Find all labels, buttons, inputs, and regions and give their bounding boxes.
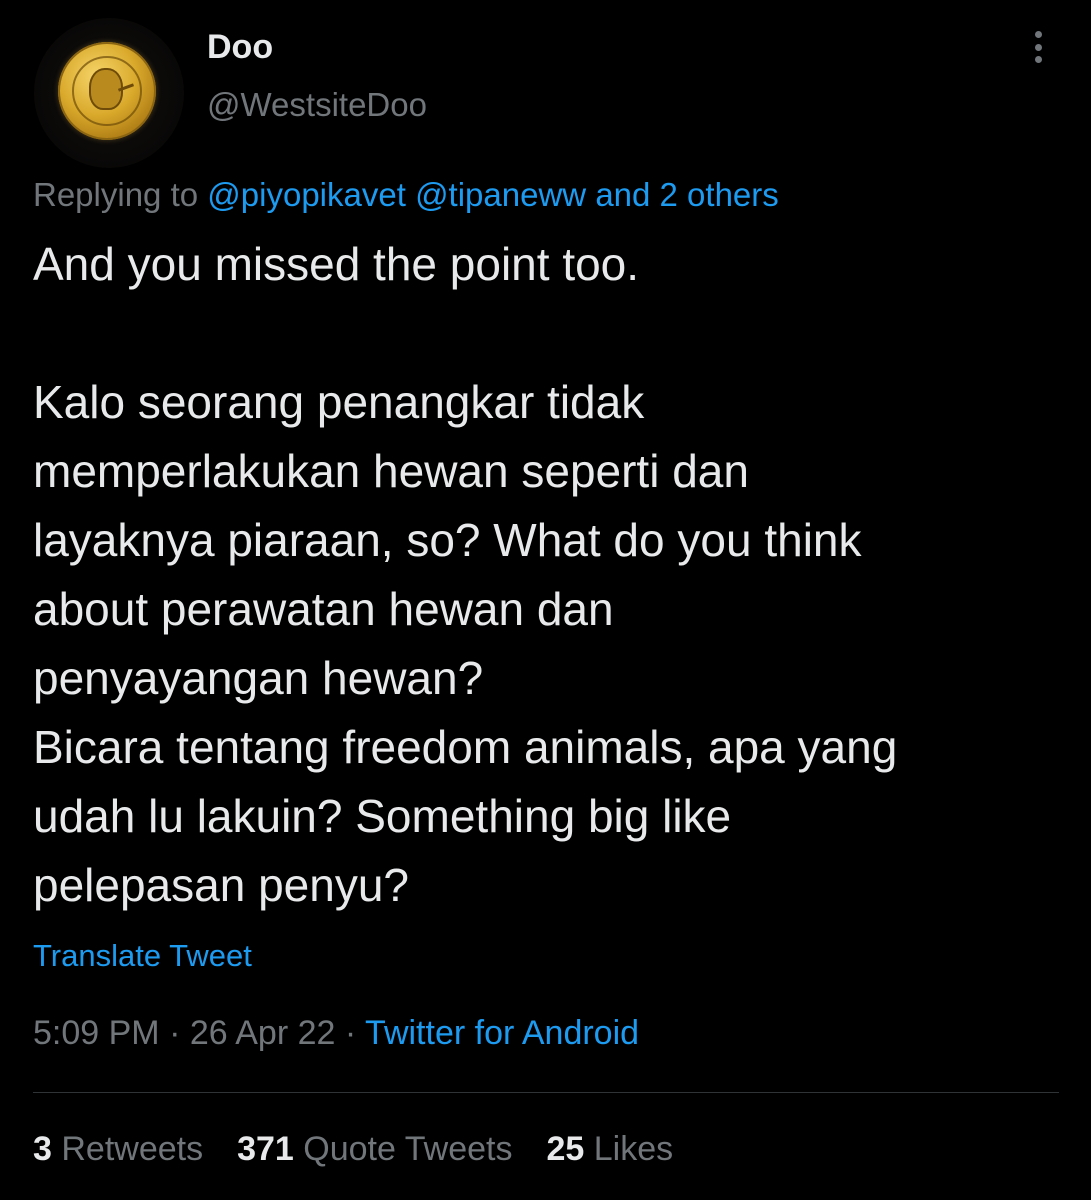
translate-tweet-link[interactable]: Translate Tweet — [33, 938, 252, 974]
mention-link[interactable]: @piyopikavet — [207, 176, 406, 213]
quote-tweets-count: 371 — [237, 1130, 294, 1168]
likes-count: 25 — [546, 1130, 585, 1168]
tweet-line: layaknya piaraan, so? What do you think — [33, 514, 862, 566]
avatar[interactable] — [34, 18, 184, 168]
replying-to-label: Replying to — [33, 176, 199, 213]
tweet-source-link[interactable]: Twitter for Android — [365, 1014, 639, 1052]
tweet-line: memperlakukan hewan seperti dan — [33, 445, 749, 497]
quote-tweets-stat[interactable]: 371 Quote Tweets — [237, 1130, 512, 1169]
more-options-icon[interactable] — [1026, 28, 1050, 66]
divider — [33, 1092, 1059, 1093]
tweet-line: Bicara tentang freedom animals, apa yang — [33, 721, 898, 773]
display-name[interactable]: Doo — [207, 28, 273, 67]
tweet-line: Kalo seorang penangkar tidak — [33, 376, 645, 428]
tweet-line: pelepasan penyu? — [33, 859, 409, 911]
tweet-line: about perawatan hewan dan — [33, 583, 614, 635]
retweets-stat[interactable]: 3 Retweets — [33, 1130, 203, 1169]
retweets-count: 3 — [33, 1130, 52, 1168]
retweets-label: Retweets — [61, 1130, 204, 1168]
tweet-stats: 3 Retweets 371 Quote Tweets 25 Likes — [33, 1130, 673, 1169]
tweet-line: And you missed the point too. — [33, 238, 640, 290]
username[interactable]: @WestsiteDoo — [207, 86, 427, 124]
tweet-date[interactable]: 26 Apr 22 — [190, 1014, 336, 1052]
tweet-detail: Doo @WestsiteDoo Replying to @piyopikave… — [0, 0, 1091, 1200]
others-link[interactable]: and 2 others — [595, 176, 778, 213]
tweet-line: udah lu lakuin? Something big like — [33, 790, 732, 842]
mention-link[interactable]: @tipaneww — [415, 176, 586, 213]
tweet-text: And you missed the point too. Kalo seora… — [33, 230, 1073, 920]
replying-to: Replying to @piyopikavet @tipaneww and 2… — [33, 176, 779, 214]
quote-tweets-label: Quote Tweets — [303, 1130, 513, 1168]
meta-separator: · — [169, 1014, 181, 1052]
tweet-meta: 5:09 PM · 26 Apr 22 · Twitter for Androi… — [33, 1014, 639, 1053]
likes-label: Likes — [593, 1130, 674, 1168]
tweet-time[interactable]: 5:09 PM — [33, 1014, 160, 1052]
likes-stat[interactable]: 25 Likes — [546, 1130, 673, 1169]
meta-separator: · — [344, 1014, 357, 1052]
tweet-line: penyayangan hewan? — [33, 652, 484, 704]
gold-coin-icon — [58, 42, 156, 140]
